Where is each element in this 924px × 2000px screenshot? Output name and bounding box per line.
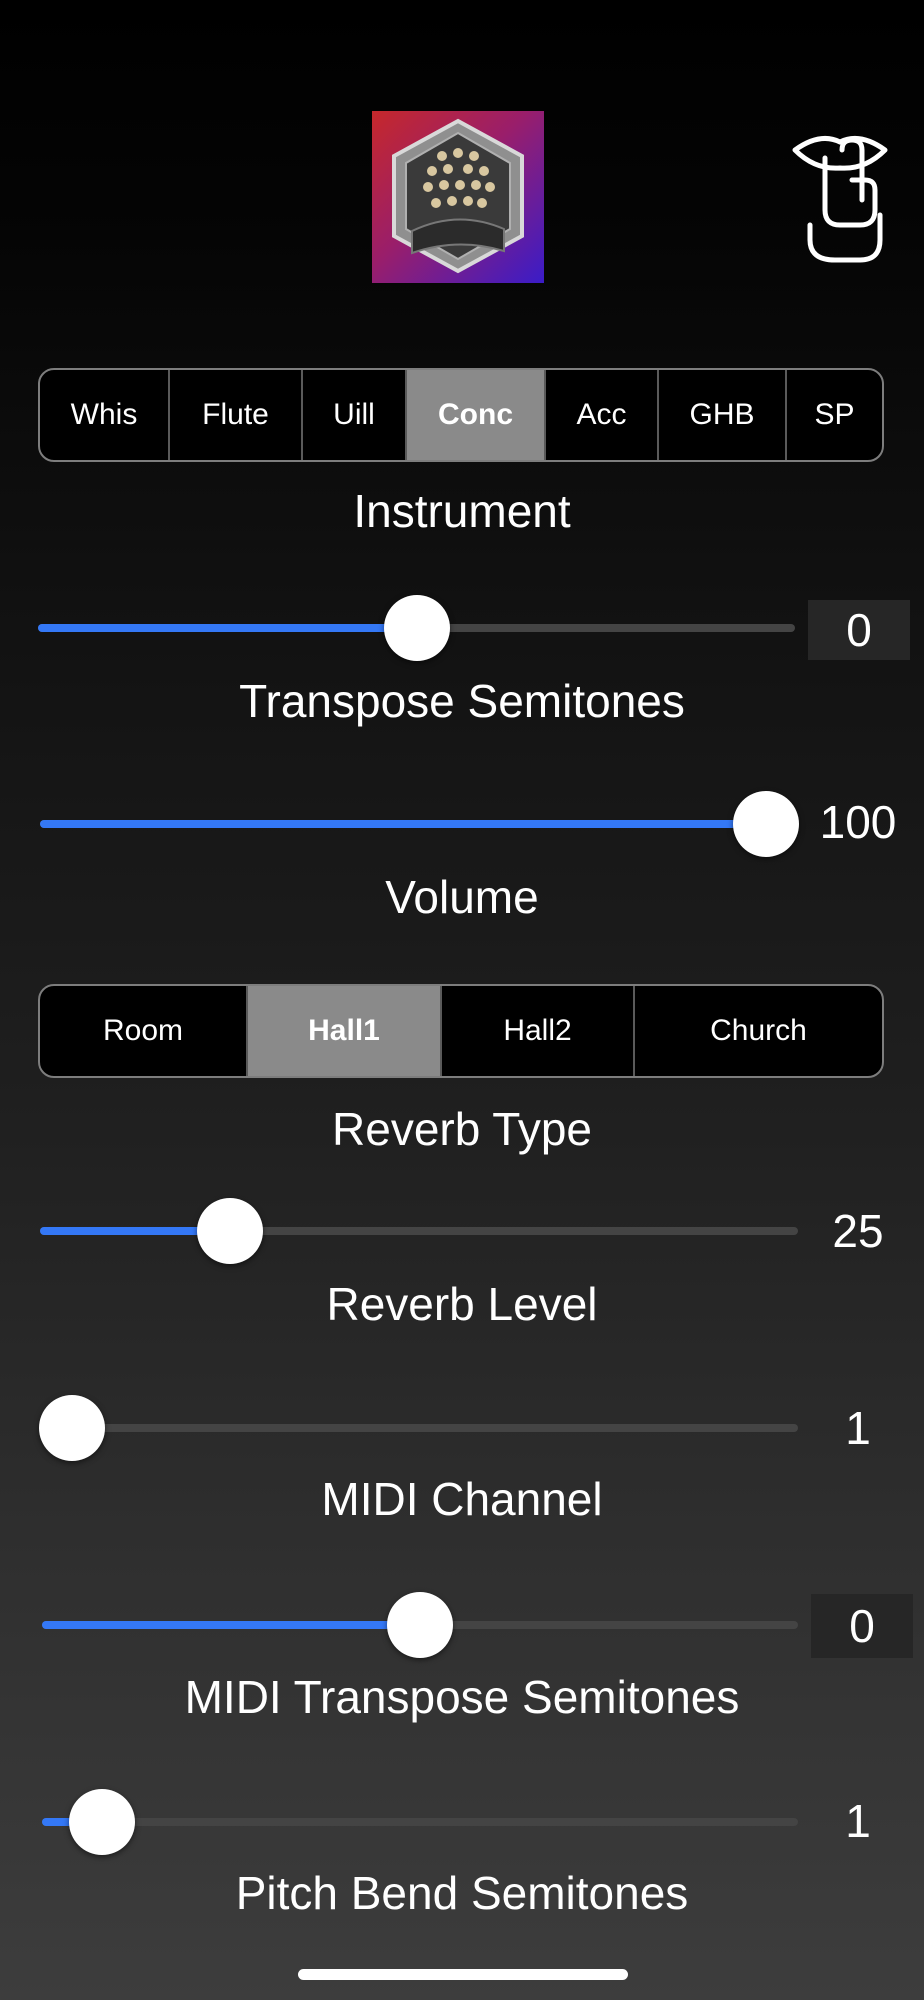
reverb-level-slider[interactable] [40,1198,798,1264]
instrument-label: Instrument [353,485,571,537]
midi-transpose-slider-fill [42,1621,420,1629]
segment-conc[interactable]: Conc [407,370,546,460]
transpose-label: Transpose Semitones [239,675,685,727]
volume-slider[interactable] [40,791,799,857]
segment-hall2[interactable]: Hall2 [442,986,635,1076]
segment-ghb[interactable]: GHB [659,370,787,460]
segment-hall1[interactable]: Hall1 [248,986,442,1076]
segment-church[interactable]: Church [635,986,882,1076]
reverb-level-value: 25 [832,1205,884,1257]
midi-transpose-slider-thumb[interactable] [387,1592,453,1658]
midi-channel-slider[interactable] [39,1395,798,1461]
transpose-slider[interactable] [38,595,795,661]
volume-label: Volume [385,871,539,923]
pitch-bend-label: Pitch Bend Semitones [235,1867,689,1919]
concertina-image-icon [392,118,524,274]
volume-slider-thumb[interactable] [733,791,799,857]
segment-uill[interactable]: Uill [303,370,407,460]
midi-channel-slider-thumb[interactable] [39,1395,105,1461]
midi-transpose-value: 0 [811,1594,913,1658]
midi-channel-label: MIDI Channel [321,1473,603,1525]
pitch-bend-value: 1 [845,1795,871,1847]
reverb-type-label: Reverb Type [332,1103,592,1155]
midi-transpose-label: MIDI Transpose Semitones [184,1671,740,1723]
pitch-bend-slider[interactable] [42,1789,798,1855]
reverb-type-segmented-control: Room Hall1 Hall2 Church [38,984,884,1078]
volume-slider-fill [40,820,766,828]
segment-acc[interactable]: Acc [546,370,659,460]
midi-channel-value: 1 [845,1402,871,1454]
instrument-segmented-control: Whis Flute Uill Conc Acc GHB SP [38,368,884,462]
reverb-level-label: Reverb Level [326,1278,598,1330]
segment-sp[interactable]: SP [787,370,882,460]
shush-icon[interactable] [790,130,890,265]
reverb-level-slider-thumb[interactable] [197,1198,263,1264]
instrument-image[interactable] [372,111,544,283]
home-indicator [298,1969,628,1980]
segment-room[interactable]: Room [40,986,248,1076]
transpose-value: 0 [808,600,910,660]
segment-whis[interactable]: Whis [40,370,170,460]
transpose-slider-fill [38,624,417,632]
transpose-slider-thumb[interactable] [384,595,450,661]
segment-flute[interactable]: Flute [170,370,303,460]
pitch-bend-slider-thumb[interactable] [69,1789,135,1855]
volume-value: 100 [819,796,897,848]
midi-transpose-slider[interactable] [42,1592,798,1658]
